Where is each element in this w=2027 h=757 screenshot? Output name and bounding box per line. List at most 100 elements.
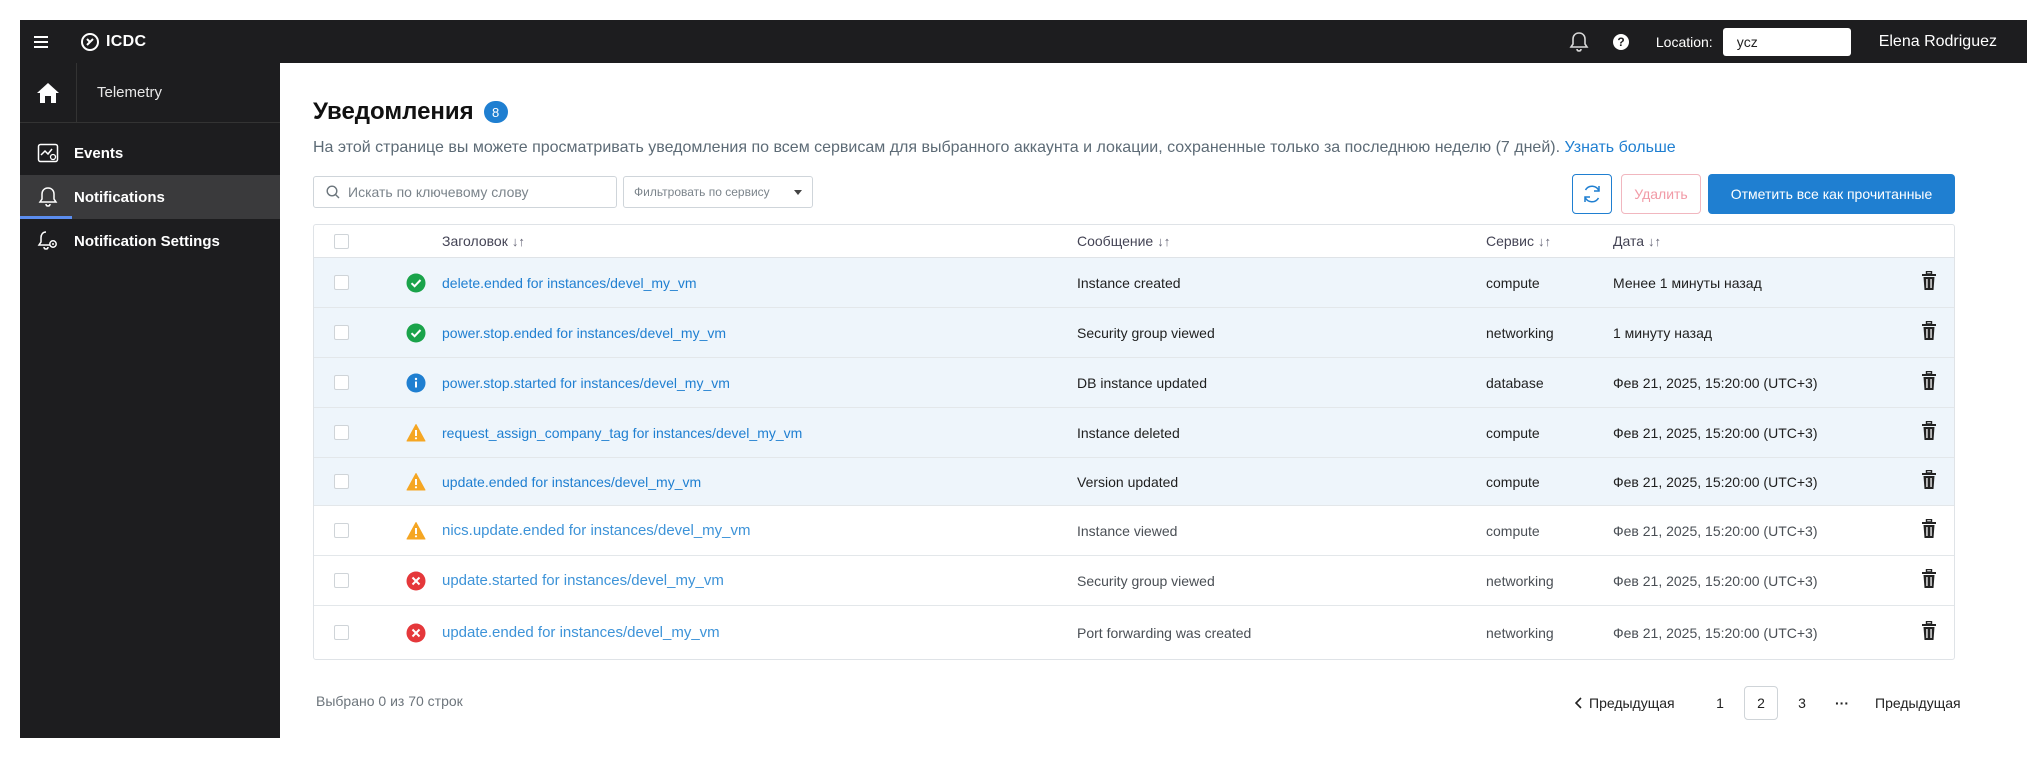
previous-label: Предыдущая bbox=[1589, 695, 1675, 711]
notification-title-link[interactable]: nics.update.ended for instances/devel_my… bbox=[442, 506, 751, 555]
table-row[interactable]: nics.update.ended for instances/devel_my… bbox=[314, 506, 1954, 556]
table-body: delete.ended for instances/devel_my_vm In… bbox=[314, 258, 1954, 659]
notification-service: compute bbox=[1486, 473, 1540, 490]
column-header-service[interactable]: Сервис ↓↑ bbox=[1486, 225, 1551, 257]
svg-text:?: ? bbox=[1617, 35, 1624, 49]
select-all-checkbox[interactable] bbox=[334, 225, 349, 257]
row-checkbox[interactable] bbox=[334, 358, 349, 407]
sort-icon: ↓↑ bbox=[511, 233, 525, 249]
column-header-date[interactable]: Дата ↓↑ bbox=[1613, 225, 1661, 257]
sidebar-item-events[interactable]: Events bbox=[20, 131, 280, 175]
trash-icon bbox=[1921, 420, 1937, 444]
table-row[interactable]: delete.ended for instances/devel_my_vm In… bbox=[314, 258, 1954, 308]
table-row[interactable]: request_assign_company_tag for instances… bbox=[314, 408, 1954, 458]
sidebar-item-notification-settings[interactable]: Notification Settings bbox=[20, 219, 280, 263]
sort-icon: ↓↑ bbox=[1537, 233, 1551, 249]
notification-title-link[interactable]: update.ended for instances/devel_my_vm bbox=[442, 458, 701, 505]
delete-button[interactable]: Удалить bbox=[1621, 174, 1701, 214]
row-checkbox[interactable] bbox=[334, 408, 349, 457]
notification-message: Version updated bbox=[1077, 473, 1179, 490]
pagination: Предыдущая 1 2 3 ··· Предыдущая bbox=[280, 686, 2027, 720]
trash-icon bbox=[1921, 370, 1937, 394]
hamburger-menu-button[interactable] bbox=[20, 20, 64, 63]
mark-all-read-button[interactable]: Отметить все как прочитанные bbox=[1708, 174, 1955, 214]
notification-service: compute bbox=[1486, 522, 1540, 539]
warning-icon bbox=[406, 423, 426, 443]
notification-message: Instance deleted bbox=[1077, 424, 1180, 441]
sidebar-item-label: Notifications bbox=[74, 188, 165, 206]
success-check-icon bbox=[406, 273, 426, 293]
table-row[interactable]: power.stop.ended for instances/devel_my_… bbox=[314, 308, 1954, 358]
notification-date: Фев 21, 2025, 15:20:00 (UTC+3) bbox=[1613, 473, 1818, 490]
learn-more-link[interactable]: Узнать больше bbox=[1564, 139, 1675, 156]
sidebar-home-row: Telemetry bbox=[20, 63, 280, 123]
row-checkbox[interactable] bbox=[334, 506, 349, 555]
refresh-button[interactable] bbox=[1572, 174, 1612, 214]
column-label: Заголовок bbox=[442, 233, 508, 249]
notification-service: networking bbox=[1486, 324, 1554, 341]
delete-row-button[interactable] bbox=[1921, 358, 1937, 407]
notification-title-link[interactable]: power.stop.ended for instances/devel_my_… bbox=[442, 308, 726, 357]
search-input[interactable] bbox=[348, 184, 598, 200]
sort-icon: ↓↑ bbox=[1157, 233, 1171, 249]
notifications-bell-button[interactable] bbox=[1568, 31, 1590, 53]
notification-title-link[interactable]: request_assign_company_tag for instances… bbox=[442, 408, 802, 457]
brand-logo[interactable]: ICDC bbox=[80, 32, 146, 52]
status-cell bbox=[406, 408, 426, 457]
status-cell bbox=[406, 258, 426, 307]
search-field[interactable] bbox=[313, 176, 617, 208]
success-check-icon bbox=[406, 323, 426, 343]
status-cell bbox=[406, 458, 426, 505]
previous-page-button[interactable]: Предыдущая bbox=[1575, 695, 1675, 711]
hamburger-icon bbox=[34, 35, 48, 48]
row-checkbox[interactable] bbox=[334, 606, 349, 659]
page-header: Уведомления 8 bbox=[313, 98, 508, 126]
column-header-message[interactable]: Сообщение ↓↑ bbox=[1077, 225, 1170, 257]
column-header-title[interactable]: Заголовок ↓↑ bbox=[442, 225, 525, 257]
location-input[interactable] bbox=[1722, 27, 1851, 56]
delete-row-button[interactable] bbox=[1921, 458, 1937, 505]
table-row[interactable]: power.stop.started for instances/devel_m… bbox=[314, 358, 1954, 408]
error-icon bbox=[406, 623, 426, 643]
row-checkbox[interactable] bbox=[334, 458, 349, 505]
table-header: Заголовок ↓↑ Сообщение ↓↑ Сервис ↓↑ Дата ↓↑ bbox=[314, 225, 1954, 258]
delete-row-button[interactable] bbox=[1921, 506, 1937, 555]
service-filter-select[interactable]: Фильтровать по сервису bbox=[623, 176, 813, 208]
more-pages-ellipsis[interactable]: ··· bbox=[1825, 686, 1859, 720]
row-checkbox[interactable] bbox=[334, 556, 349, 605]
delete-row-button[interactable] bbox=[1921, 308, 1937, 357]
sidebar-item-notifications[interactable]: Notifications bbox=[20, 175, 280, 219]
app-window: ICDC ? Location: Elena Rodriguez Telemet… bbox=[20, 20, 2027, 738]
notification-count-badge: 8 bbox=[483, 101, 508, 123]
table-row[interactable]: update.ended for instances/devel_my_vm Ve… bbox=[314, 458, 1954, 506]
status-cell bbox=[406, 556, 426, 605]
page-3-button[interactable]: 3 bbox=[1785, 686, 1819, 720]
table-row[interactable]: update.started for instances/devel_my_vm… bbox=[314, 556, 1954, 606]
main-content: Уведомления 8 На этой странице вы можете… bbox=[280, 63, 2027, 738]
trash-icon bbox=[1921, 620, 1937, 644]
delete-row-button[interactable] bbox=[1921, 606, 1937, 659]
sort-icon: ↓↑ bbox=[1648, 233, 1662, 249]
notification-title-link[interactable]: update.started for instances/devel_my_vm bbox=[442, 556, 724, 605]
bell-settings-icon bbox=[36, 229, 60, 253]
error-icon bbox=[406, 571, 426, 591]
page-1-button[interactable]: 1 bbox=[1703, 686, 1737, 720]
notification-title-link[interactable]: update.ended for instances/devel_my_vm bbox=[442, 606, 720, 659]
delete-row-button[interactable] bbox=[1921, 556, 1937, 605]
delete-row-button[interactable] bbox=[1921, 408, 1937, 457]
user-name[interactable]: Elena Rodriguez bbox=[1879, 33, 1997, 51]
next-page-button[interactable]: Предыдущая bbox=[1875, 695, 1961, 711]
notification-title-link[interactable]: power.stop.started for instances/devel_m… bbox=[442, 358, 730, 407]
notification-date: 1 минуту назад bbox=[1613, 324, 1713, 341]
trash-icon bbox=[1921, 568, 1937, 592]
home-button[interactable] bbox=[20, 63, 77, 123]
help-button[interactable]: ? bbox=[1610, 31, 1632, 53]
row-checkbox[interactable] bbox=[334, 258, 349, 307]
notification-date: Фев 21, 2025, 15:20:00 (UTC+3) bbox=[1613, 624, 1818, 641]
trash-icon bbox=[1921, 270, 1937, 294]
delete-row-button[interactable] bbox=[1921, 258, 1937, 307]
notification-title-link[interactable]: delete.ended for instances/devel_my_vm bbox=[442, 258, 696, 307]
page-2-button[interactable]: 2 bbox=[1744, 686, 1778, 720]
table-row[interactable]: update.ended for instances/devel_my_vm Po… bbox=[314, 606, 1954, 659]
row-checkbox[interactable] bbox=[334, 308, 349, 357]
